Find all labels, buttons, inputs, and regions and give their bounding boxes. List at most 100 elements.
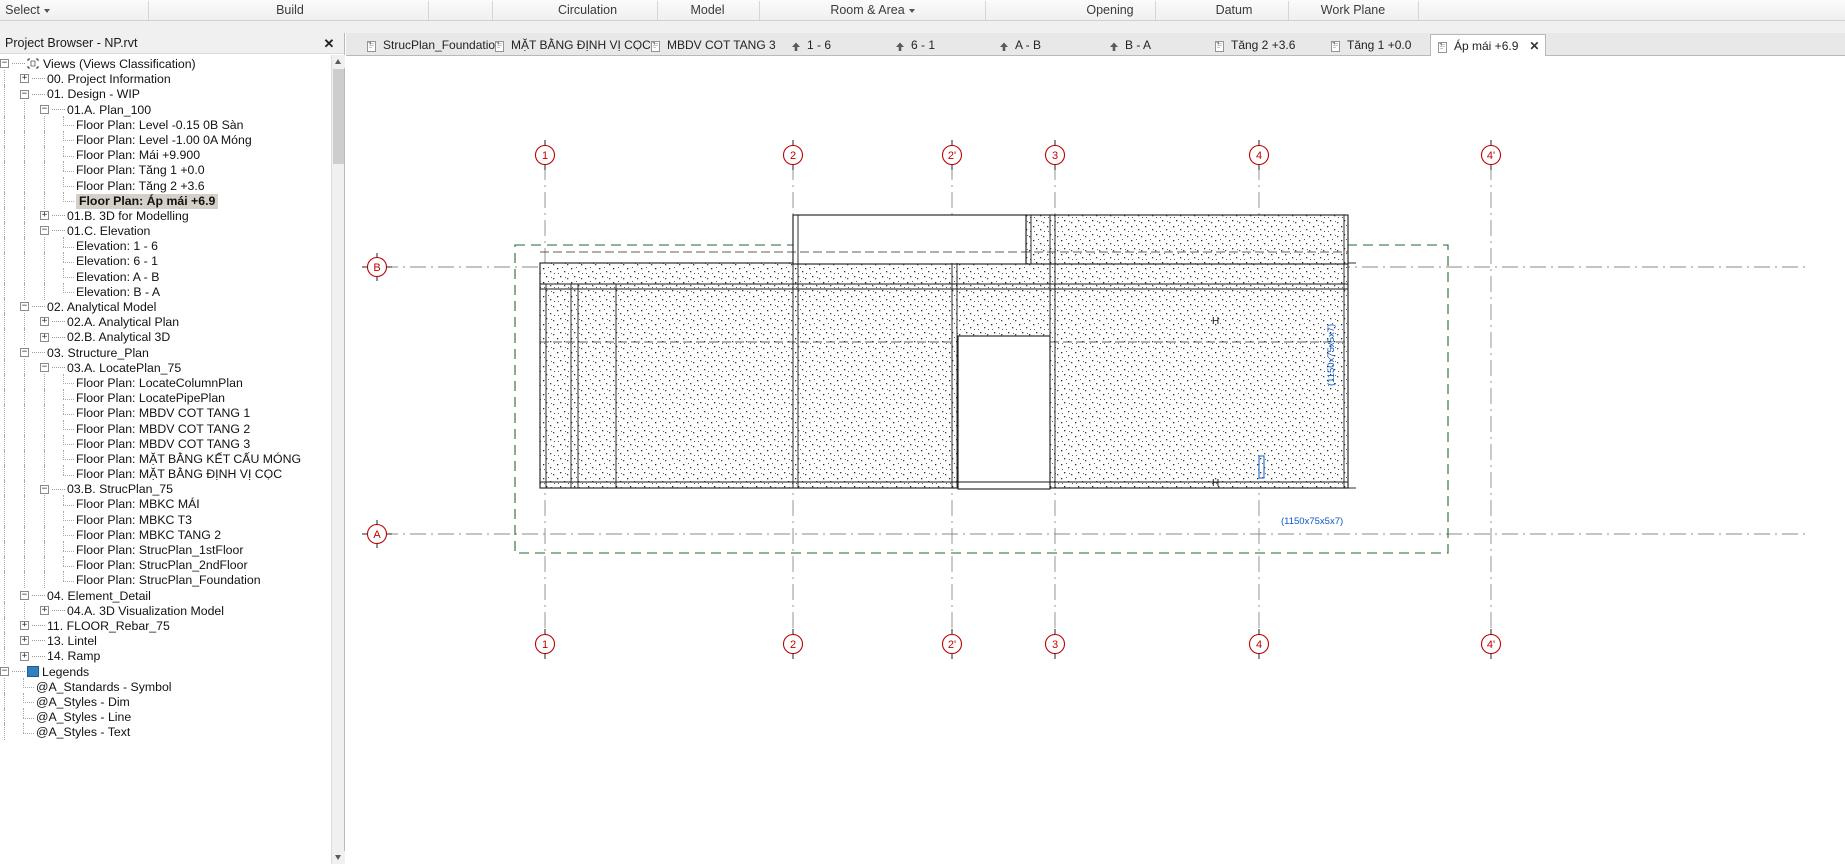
tree-item[interactable]: +02.B. Analytical 3D [0, 328, 331, 346]
tree-item[interactable]: − 02. Analytical Model [0, 298, 331, 315]
tree-item[interactable]: − Legends [0, 665, 331, 680]
tree-item[interactable]: +00. Project Information [0, 70, 331, 88]
grid-bubble-top[interactable]: 2 [782, 140, 804, 170]
view-tab[interactable]: B - A [1102, 34, 1157, 56]
view-tab[interactable]: 6 - 1 [888, 34, 941, 56]
roof-extension-slab[interactable] [1025, 214, 1349, 265]
chevron-down-icon[interactable] [908, 8, 915, 13]
tree-item[interactable]: Floor Plan: MBDV COT TANG 1 [0, 404, 331, 422]
tree-item[interactable]: Floor Plan: LocatePipePlan [0, 389, 331, 407]
tree-item[interactable]: @A_Standards - Symbol [0, 677, 331, 695]
tree-item[interactable]: Floor Plan: StrucPlan_Foundation [0, 571, 331, 589]
element-tag[interactable]: H [1212, 316, 1219, 327]
grid-bubble-bottom[interactable]: 2' [941, 629, 963, 659]
view-tab[interactable]: 1 - 6 [784, 34, 837, 56]
grid-bubble-top[interactable]: 4' [1480, 140, 1502, 170]
dimension-annotation[interactable]: (1150x75x5x7) [1281, 516, 1343, 527]
tree-item[interactable]: Floor Plan: MBKC MÁI [0, 495, 331, 513]
grid-bubble-bottom[interactable]: 1 [534, 629, 556, 659]
project-browser-tree[interactable]: − Views (Views Classification) +00. Projec… [0, 55, 331, 864]
ribbon-panel-room-area[interactable]: Room & Area [760, 0, 985, 20]
tree-item[interactable]: Floor Plan: LocateColumnPlan [0, 373, 331, 391]
view-tab[interactable]: Tăng 2 +3.6 [1208, 34, 1301, 56]
grid-bubble-bottom[interactable]: 4' [1480, 629, 1502, 659]
tree-item[interactable]: − 01.A. Plan_100 [0, 100, 331, 118]
collapse-icon[interactable]: − [0, 666, 9, 676]
grid-bubble-left[interactable]: B [362, 253, 392, 281]
close-icon[interactable]: ✕ [1529, 36, 1539, 57]
tree-item-selected[interactable]: Floor Plan: Áp mái +6.9 [0, 191, 331, 209]
project-browser-scrollbar[interactable] [331, 55, 345, 864]
tree-item[interactable]: Floor Plan: Tăng 1 +0.0 [0, 161, 331, 179]
tree-item[interactable]: − 01.C. Elevation [0, 222, 331, 240]
dimension-annotation[interactable]: (1150x75x5x7) [1326, 324, 1337, 386]
collapse-icon[interactable]: − [20, 347, 29, 357]
tree-item[interactable]: Floor Plan: MBKC T3 [0, 510, 331, 528]
grid-bubble-bottom[interactable]: 3 [1044, 629, 1066, 659]
tree-item[interactable]: − 03.B. StrucPlan_75 [0, 480, 331, 498]
collapse-icon[interactable]: − [40, 226, 49, 236]
tree-item[interactable]: Floor Plan: MẶT BẰNG ĐỊNH VỊ CỌC [0, 465, 331, 483]
grid-bubble-top[interactable]: 4 [1248, 140, 1270, 170]
close-icon[interactable]: ✕ [320, 33, 338, 53]
building-geometry[interactable] [539, 214, 1356, 490]
tree-item[interactable]: +14. Ramp [0, 647, 331, 665]
tree-item[interactable]: Elevation: 1 - 6 [0, 237, 331, 255]
tree-item[interactable]: − 01. Design - WIP [0, 85, 331, 103]
expand-icon[interactable]: + [40, 317, 49, 327]
floor-plan-drawing[interactable]: 1 2 2' 3 4 4' 1 2 2' 3 4 4' B A H H (1150x75x5x7) (1150x… [346, 56, 1845, 864]
tree-item[interactable]: +11. FLOOR_Rebar_75 [0, 616, 331, 634]
tree-item[interactable]: Floor Plan: MBDV COT TANG 3 [0, 434, 331, 452]
tree-item[interactable]: +01.B. 3D for Modelling [0, 206, 331, 224]
grid-bubble-top[interactable]: 2' [941, 140, 963, 170]
tree-item[interactable]: Floor Plan: StrucPlan_2ndFloor [0, 556, 331, 574]
ribbon-panel-datum[interactable]: Datum [1180, 0, 1288, 20]
ribbon-panel-work-plane[interactable]: Work Plane [1288, 0, 1418, 20]
expand-icon[interactable]: + [20, 651, 29, 661]
tree-item[interactable]: +02.A. Analytical Plan [0, 313, 331, 331]
tree-item[interactable]: Floor Plan: Tăng 2 +3.6 [0, 176, 331, 194]
expand-icon[interactable]: + [40, 211, 49, 221]
view-tab[interactable]: StrucPlan_Foundation [360, 34, 508, 56]
ribbon-panel-opening[interactable]: Opening [1030, 0, 1190, 20]
expand-icon[interactable]: + [40, 606, 49, 615]
grid-bubble-bottom[interactable]: 2 [782, 629, 804, 659]
grid-bubble-left[interactable]: A [362, 520, 392, 548]
floor-slab[interactable] [539, 262, 1349, 489]
collapse-icon[interactable]: − [20, 302, 29, 312]
expand-icon[interactable]: + [20, 621, 29, 631]
view-tab[interactable]: MẶT BẰNG ĐỊNH VỊ CỌC [488, 34, 657, 56]
tree-item[interactable]: Elevation: A - B [0, 267, 331, 285]
view-tab-active[interactable]: Áp mái +6.9 ✕ [1430, 34, 1547, 57]
tree-item[interactable]: Floor Plan: Mái +9.900 [0, 146, 331, 164]
collapse-icon[interactable]: − [20, 89, 29, 99]
tree-item[interactable]: − 03. Structure_Plan [0, 343, 331, 361]
ribbon-panel-build[interactable]: Build [150, 0, 430, 20]
expand-icon[interactable]: + [20, 636, 29, 646]
scroll-down-icon[interactable] [332, 851, 345, 864]
collapse-icon[interactable]: − [40, 104, 49, 114]
collapse-icon[interactable]: − [40, 484, 49, 494]
tree-item[interactable]: @A_Styles - Line [0, 708, 331, 726]
ribbon-panel-model[interactable]: Model [655, 0, 760, 20]
expand-icon[interactable]: + [20, 74, 29, 84]
tree-item[interactable]: @A_Styles - Text [0, 723, 331, 741]
tree-item[interactable]: +13. Lintel [0, 632, 331, 650]
collapse-icon[interactable]: − [20, 590, 29, 600]
slab-void-upper[interactable] [792, 214, 1027, 265]
slab-opening[interactable] [957, 335, 1051, 490]
grid-bubble-top[interactable]: 1 [534, 140, 556, 170]
scroll-up-icon[interactable] [332, 55, 345, 68]
expand-icon[interactable]: + [40, 332, 49, 342]
tree-item[interactable]: − Views (Views Classification) [0, 57, 331, 72]
tree-item[interactable]: Floor Plan: MBDV COT TANG 2 [0, 419, 331, 437]
grid-bubble-bottom[interactable]: 4 [1248, 629, 1270, 659]
chevron-down-icon[interactable] [43, 8, 50, 13]
tree-item[interactable]: − 03.A. LocatePlan_75 [0, 358, 331, 376]
scrollbar-thumb[interactable] [333, 69, 344, 164]
tree-item[interactable]: Floor Plan: MẶT BẰNG KẾT CẤU MÓNG [0, 449, 331, 467]
tree-item[interactable]: Floor Plan: Level -0.15 0B Sàn [0, 115, 331, 133]
tree-item[interactable]: +04.A. 3D Visualization Model [0, 601, 331, 619]
tree-item[interactable]: @A_Styles - Dim [0, 692, 331, 710]
tree-item[interactable]: Floor Plan: MBKC TANG 2 [0, 525, 331, 543]
